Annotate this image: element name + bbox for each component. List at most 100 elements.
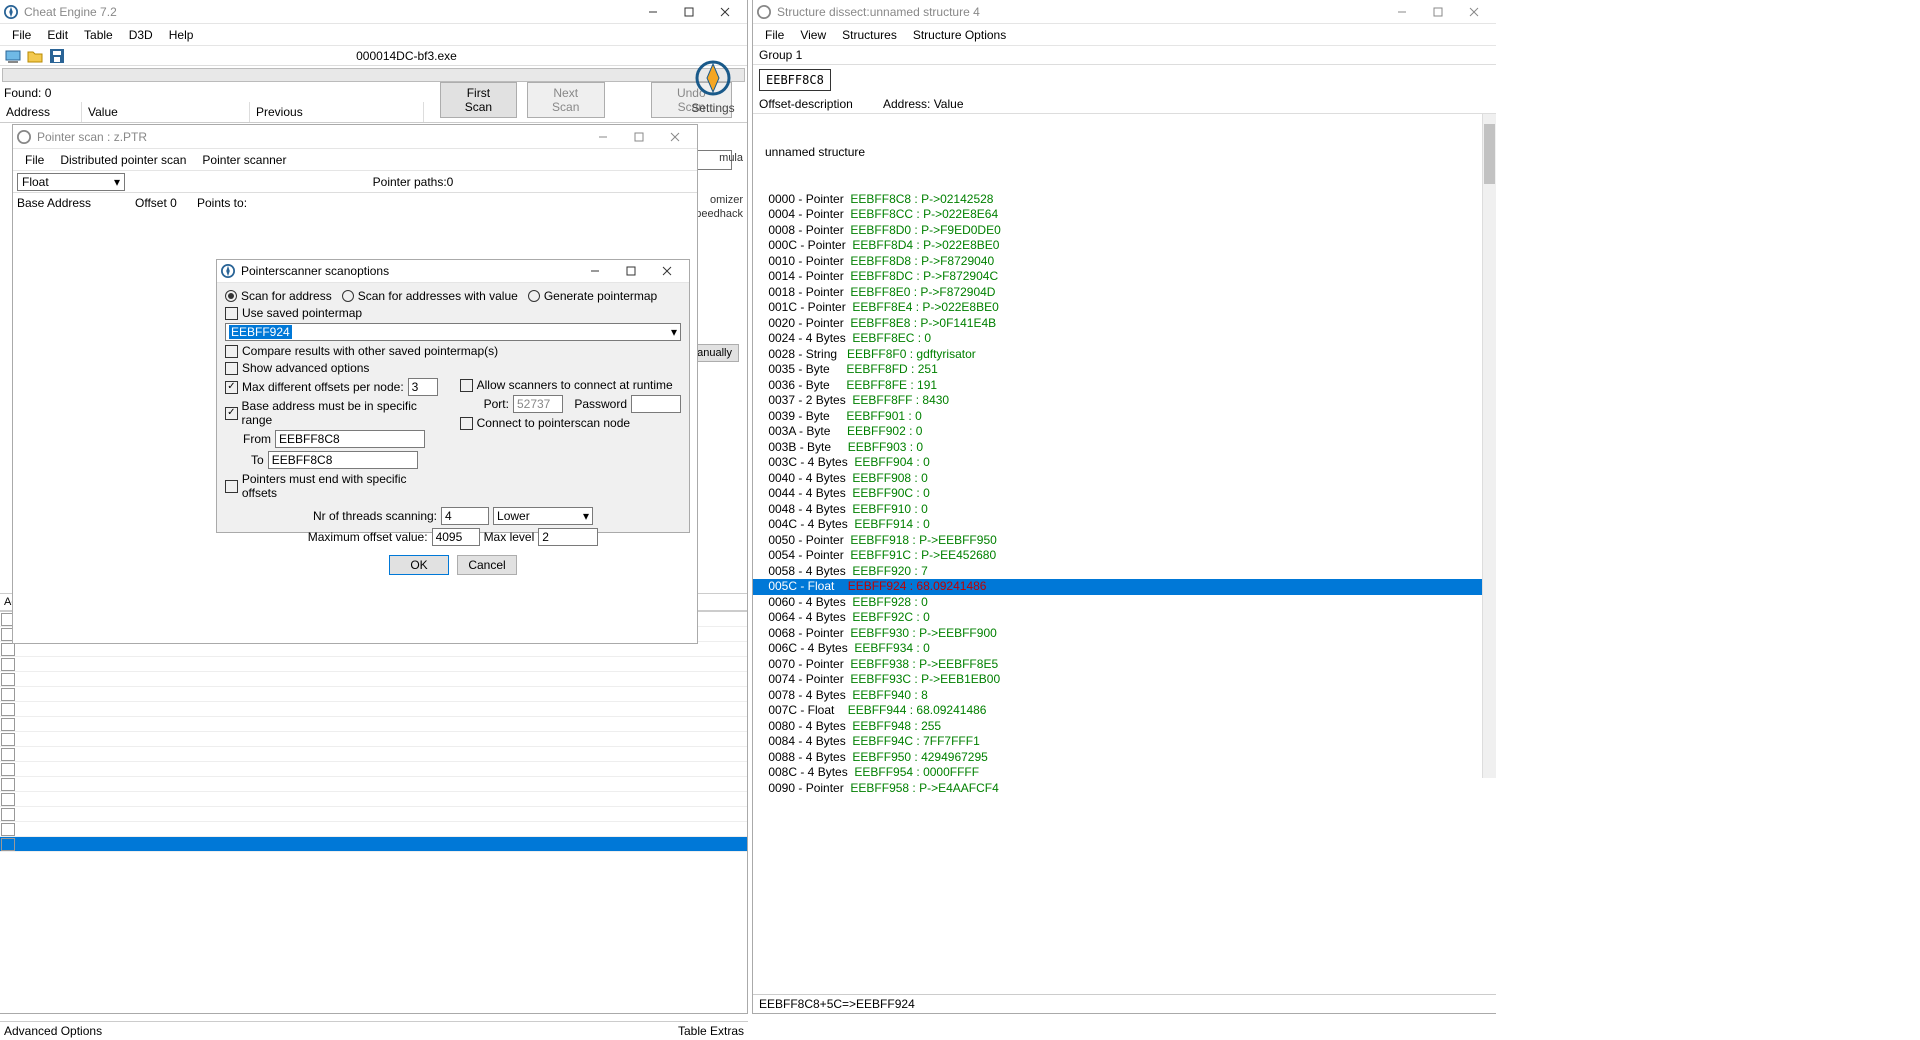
structure-row[interactable]: 0037 - 2 Bytes EEBFF8FF : 8430	[753, 393, 1496, 409]
struct-menu-view[interactable]: View	[792, 26, 834, 44]
radio-generate-pointermap[interactable]	[528, 290, 540, 302]
max-level-input[interactable]	[538, 528, 598, 546]
cheat-checkbox[interactable]	[1, 748, 15, 761]
menu-d3d[interactable]: D3D	[121, 26, 161, 44]
minimize-button[interactable]	[577, 260, 613, 282]
structure-row[interactable]: 0050 - Pointer EEBFF918 : P->EEBFF950	[753, 533, 1496, 549]
structure-row[interactable]: 0020 - Pointer EEBFF8E8 : P->0F141E4B	[753, 316, 1496, 332]
structure-row[interactable]: 000C - Pointer EEBFF8D4 : P->022E8BE0	[753, 238, 1496, 254]
structure-row[interactable]: 0028 - String EEBFF8F0 : gdftyrisator	[753, 347, 1496, 363]
cb-show-advanced[interactable]	[225, 362, 238, 375]
close-button[interactable]	[1456, 1, 1492, 23]
structure-row[interactable]: 0035 - Byte EEBFF8FD : 251	[753, 362, 1496, 378]
structure-row[interactable]: 0048 - 4 Bytes EEBFF910 : 0	[753, 502, 1496, 518]
structure-row[interactable]: 008C - 4 Bytes EEBFF954 : 0000FFFF	[753, 765, 1496, 781]
menu-table[interactable]: Table	[76, 26, 121, 44]
save-icon[interactable]	[48, 47, 66, 65]
scrollbar-vertical[interactable]	[1482, 114, 1496, 778]
col-previous[interactable]: Previous	[250, 102, 424, 122]
structure-row[interactable]: 0008 - Pointer EEBFF8D0 : P->F9ED0DE0	[753, 223, 1496, 239]
priority-combo[interactable]: Lower▾	[493, 507, 593, 525]
structure-row[interactable]: 004C - 4 Bytes EEBFF914 : 0	[753, 517, 1496, 533]
max-offset-input[interactable]	[432, 528, 480, 546]
close-button[interactable]	[649, 260, 685, 282]
ptr-titlebar[interactable]: Pointer scan : z.PTR	[13, 125, 697, 149]
structure-row[interactable]: 003A - Byte EEBFF902 : 0	[753, 424, 1496, 440]
threads-input[interactable]	[441, 507, 489, 525]
structure-row[interactable]: 0088 - 4 Bytes EEBFF950 : 4294967295	[753, 750, 1496, 766]
maximize-button[interactable]	[621, 126, 657, 148]
menu-edit[interactable]: Edit	[39, 26, 76, 44]
struct-menu-file[interactable]: File	[757, 26, 792, 44]
port-input[interactable]	[513, 395, 563, 413]
ptr-menu-distributed[interactable]: Distributed pointer scan	[52, 151, 194, 169]
col-value[interactable]: Value	[82, 102, 250, 122]
ptr-type-combo[interactable]: Float▾	[17, 173, 125, 191]
structure-row[interactable]: 0078 - 4 Bytes EEBFF940 : 8	[753, 688, 1496, 704]
structure-row[interactable]: 0070 - Pointer EEBFF938 : P->EEBFF8E5	[753, 657, 1496, 673]
main-titlebar[interactable]: Cheat Engine 7.2	[0, 0, 747, 24]
minimize-button[interactable]	[635, 1, 671, 23]
menu-help[interactable]: Help	[161, 26, 202, 44]
cb-base-address-range[interactable]	[225, 407, 238, 420]
minimize-button[interactable]	[585, 126, 621, 148]
structure-row[interactable]: 0084 - 4 Bytes EEBFF94C : 7FF7FFF1	[753, 734, 1496, 750]
advanced-options-link[interactable]: Advanced Options	[4, 1024, 102, 1038]
group-address-input[interactable]	[759, 69, 831, 91]
structure-row[interactable]: 0014 - Pointer EEBFF8DC : P->F872904C	[753, 269, 1496, 285]
structure-row[interactable]: 0090 - Pointer EEBFF958 : P->E4AAFCF4	[753, 781, 1496, 795]
structure-row[interactable]: 0024 - 4 Bytes EEBFF8EC : 0	[753, 331, 1496, 347]
address-combo[interactable]: EEBFF924 ▾	[225, 323, 681, 341]
first-scan-button[interactable]: First Scan	[440, 82, 517, 118]
structure-row[interactable]: 0064 - 4 Bytes EEBFF92C : 0	[753, 610, 1496, 626]
open-process-icon[interactable]	[4, 47, 22, 65]
cheat-checkbox[interactable]	[1, 658, 15, 671]
structure-row[interactable]: 0080 - 4 Bytes EEBFF948 : 255	[753, 719, 1496, 735]
minimize-button[interactable]	[1384, 1, 1420, 23]
structure-row[interactable]: 007C - Float EEBFF944 : 68.09241486	[753, 703, 1496, 719]
cheat-checkbox[interactable]	[1, 703, 15, 716]
struct-menu-structures[interactable]: Structures	[834, 26, 905, 44]
structure-row[interactable]: 0010 - Pointer EEBFF8D8 : P->F8729040	[753, 254, 1496, 270]
ptr-col-points[interactable]: Points to:	[197, 196, 248, 210]
from-input[interactable]	[275, 430, 425, 448]
structure-row[interactable]: 0040 - 4 Bytes EEBFF908 : 0	[753, 471, 1496, 487]
structure-row[interactable]: 0074 - Pointer EEBFF93C : P->EEB1EB00	[753, 672, 1496, 688]
structure-row[interactable]: 0054 - Pointer EEBFF91C : P->EE452680	[753, 548, 1496, 564]
cheat-checkbox[interactable]	[1, 763, 15, 776]
opts-titlebar[interactable]: Pointerscanner scanoptions	[217, 260, 689, 283]
col-address[interactable]: Address	[0, 102, 82, 122]
cheat-checkbox[interactable]	[1, 673, 15, 686]
cheat-checkbox[interactable]	[1, 643, 15, 656]
to-input[interactable]	[268, 451, 418, 469]
structure-row[interactable]: 0000 - Pointer EEBFF8C8 : P->02142528	[753, 192, 1496, 208]
cheat-checkbox[interactable]	[1, 718, 15, 731]
cb-allow-scanners-connect[interactable]	[460, 379, 473, 392]
scrollbar-thumb[interactable]	[1484, 124, 1495, 184]
radio-scan-value[interactable]	[342, 290, 354, 302]
cb-pointers-end-offsets[interactable]	[225, 480, 238, 493]
structure-row[interactable]: 0036 - Byte EEBFF8FE : 191	[753, 378, 1496, 394]
cb-max-diff-offsets[interactable]	[225, 381, 238, 394]
ptr-col-base[interactable]: Base Address	[17, 196, 135, 210]
ce-logo-icon[interactable]	[693, 58, 733, 98]
structure-row[interactable]: 0068 - Pointer EEBFF930 : P->EEBFF900	[753, 626, 1496, 642]
table-extras-link[interactable]: Table Extras	[678, 1024, 744, 1038]
structure-row[interactable]: 0060 - 4 Bytes EEBFF928 : 0	[753, 595, 1496, 611]
structure-row[interactable]: 003B - Byte EEBFF903 : 0	[753, 440, 1496, 456]
ptr-menu-file[interactable]: File	[17, 151, 52, 169]
ptr-menu-scanner[interactable]: Pointer scanner	[194, 151, 294, 169]
settings-link[interactable]: Settings	[683, 101, 743, 115]
structure-row[interactable]: 006C - 4 Bytes EEBFF934 : 0	[753, 641, 1496, 657]
structure-row[interactable]: 001C - Pointer EEBFF8E4 : P->022E8BE0	[753, 300, 1496, 316]
struct-menu-options[interactable]: Structure Options	[905, 26, 1014, 44]
cheat-checkbox[interactable]	[1, 688, 15, 701]
structure-row[interactable]: 0018 - Pointer EEBFF8E0 : P->F872904D	[753, 285, 1496, 301]
max-diff-input[interactable]	[408, 378, 438, 396]
structure-row[interactable]: 0004 - Pointer EEBFF8CC : P->022E8E64	[753, 207, 1496, 223]
close-button[interactable]	[707, 1, 743, 23]
close-button[interactable]	[657, 126, 693, 148]
cb-compare-results[interactable]	[225, 345, 238, 358]
structure-root[interactable]: unnamed structure	[753, 145, 1496, 161]
cb-connect-node[interactable]	[460, 417, 473, 430]
